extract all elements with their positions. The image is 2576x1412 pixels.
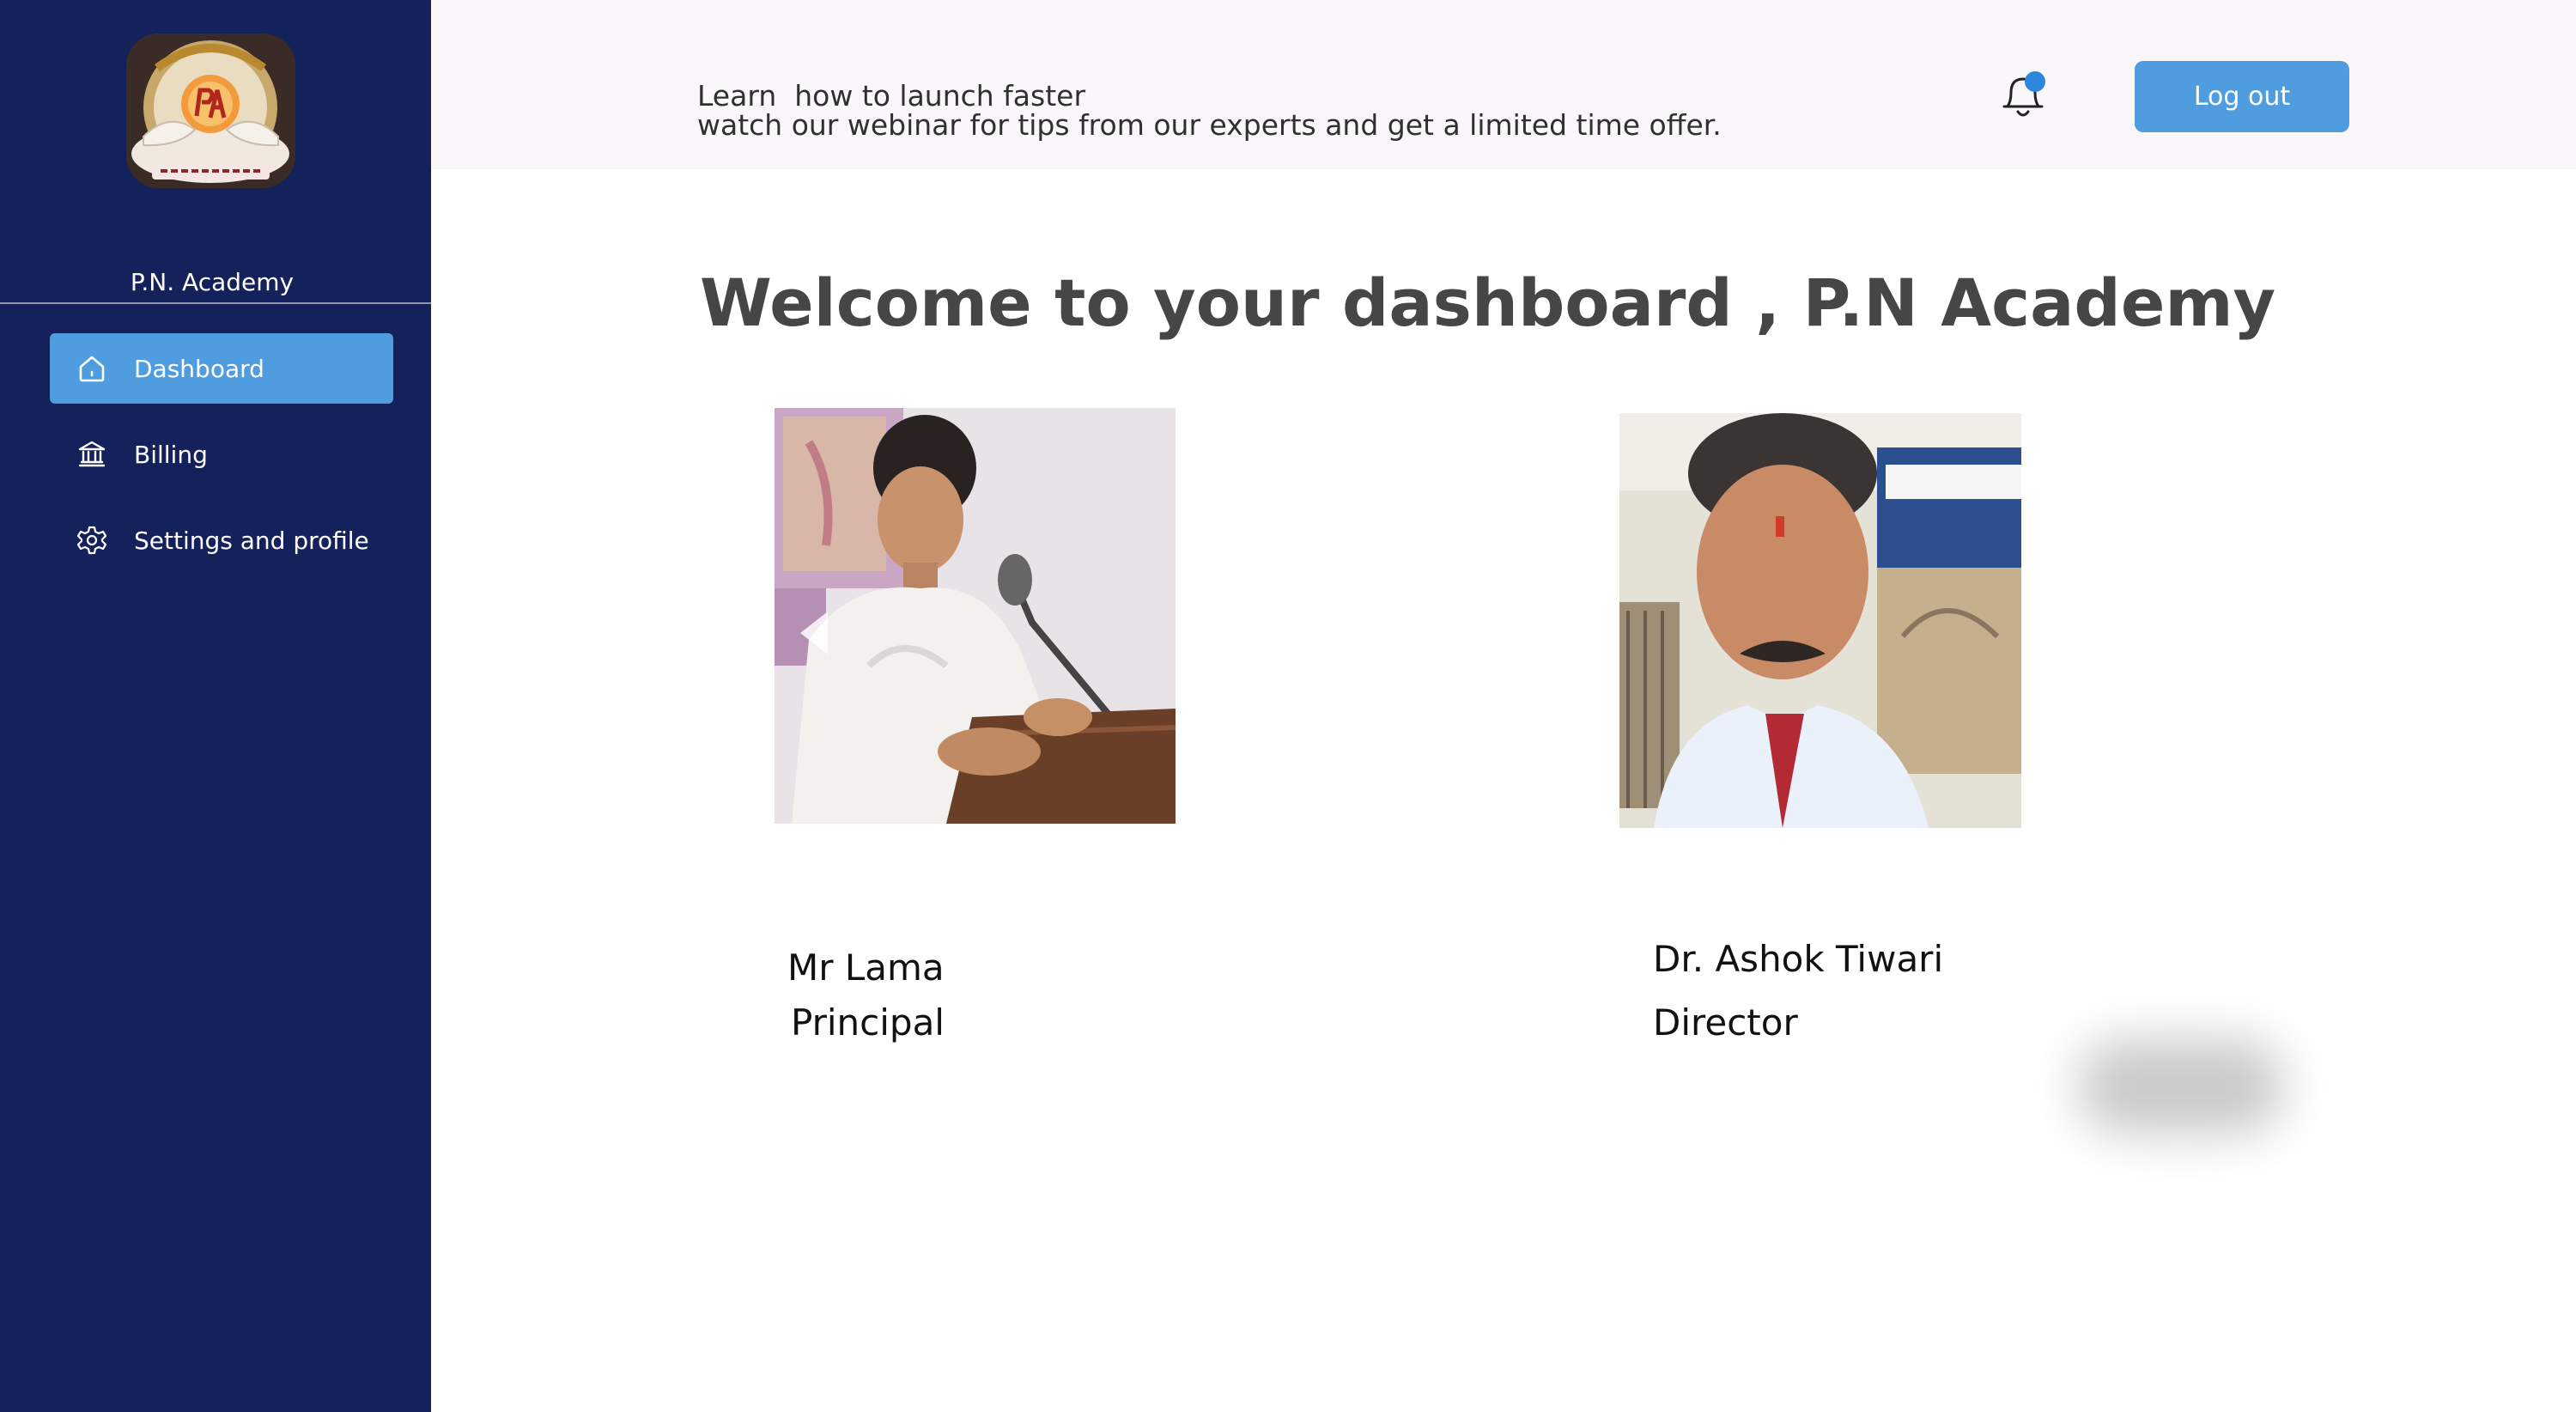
- director-name: Dr. Ashok Tiwari: [1653, 938, 1944, 980]
- sidebar: P.N. Academy Dashboard Billing Settings …: [0, 0, 431, 1412]
- sidebar-item-label: Dashboard: [134, 354, 264, 383]
- sidebar-item-label: Billing: [134, 440, 208, 469]
- previous-arrow-icon[interactable]: [799, 610, 829, 656]
- organization-name: P.N. Academy: [130, 268, 295, 296]
- principal-role: Principal: [791, 1001, 945, 1044]
- sidebar-item-billing[interactable]: Billing: [50, 419, 393, 490]
- bank-icon: [74, 436, 110, 472]
- sidebar-item-label: Settings and profile: [134, 526, 369, 555]
- notification-badge: [2025, 71, 2045, 92]
- director-role: Director: [1653, 1001, 1798, 1044]
- sidebar-item-settings[interactable]: Settings and profile: [50, 505, 393, 575]
- sidebar-item-dashboard[interactable]: Dashboard: [50, 333, 393, 404]
- academy-logo[interactable]: [126, 33, 295, 188]
- sidebar-divider: [0, 302, 431, 304]
- logout-button[interactable]: Log out: [2135, 61, 2349, 132]
- director-photo: [1619, 413, 2021, 828]
- page-title: Welcome to your dashboard , P.N Academy: [700, 265, 2276, 341]
- home-icon: [74, 350, 110, 386]
- blurred-overlay: [2078, 1039, 2284, 1134]
- principal-name: Mr Lama: [787, 946, 945, 989]
- gear-icon: [74, 522, 110, 558]
- promo-subtitle: watch our webinar for tips from our expe…: [697, 108, 1722, 142]
- principal-photo: [775, 408, 1176, 824]
